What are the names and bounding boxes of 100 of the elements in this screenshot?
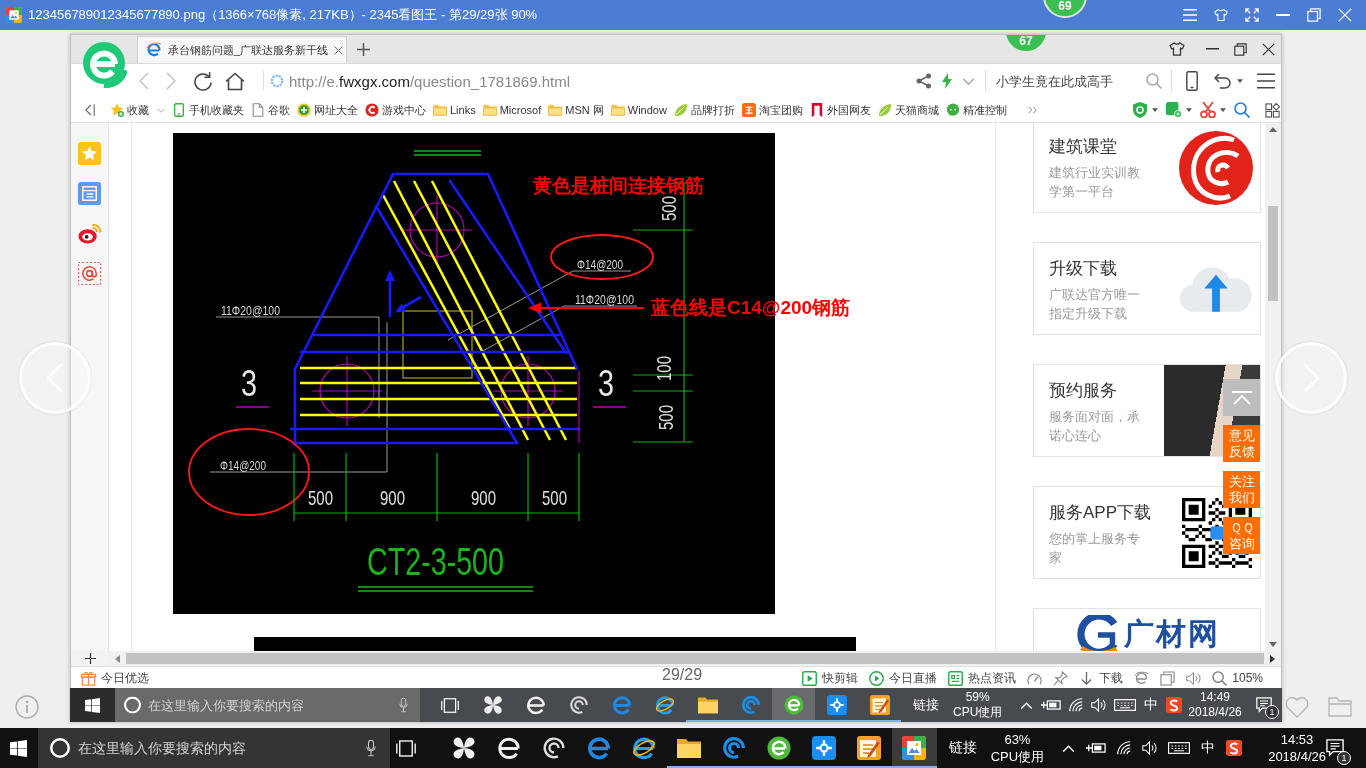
- bookmark-item[interactable]: Microsof: [482, 103, 542, 117]
- undo-icon[interactable]: [1214, 73, 1234, 89]
- rebar-label: Φ14@200: [220, 458, 280, 473]
- search-icon[interactable]: [1234, 102, 1250, 118]
- speaker-icon[interactable]: [1142, 741, 1158, 755]
- caret-down-icon[interactable]: [1237, 79, 1243, 83]
- new-tab-icon[interactable]: [357, 43, 370, 56]
- bookmark-item[interactable]: 精准控制: [945, 102, 1007, 118]
- star-icon: [110, 103, 124, 117]
- news-icon: [948, 670, 964, 686]
- eye-logo-icon[interactable]: [78, 222, 101, 245]
- notification-icon[interactable]: [1256, 697, 1272, 713]
- toolbar-label[interactable]: 链接: [948, 739, 977, 757]
- status-bar-button[interactable]: 今日优选: [81, 669, 149, 687]
- phone-icon[interactable]: [1186, 71, 1198, 91]
- start-button[interactable]: [70, 688, 115, 722]
- grid-icon[interactable]: [1265, 102, 1280, 118]
- browser-tab[interactable]: 承台钢筋问题_广联达服务新干线: [137, 36, 347, 63]
- scrollbar-thumb[interactable]: [126, 653, 1264, 664]
- caret-right-icon[interactable]: [1270, 654, 1275, 663]
- input-mode-text[interactable]: 中: [1201, 739, 1216, 757]
- drawing-title: CT2-3-500: [367, 541, 549, 583]
- search-field[interactable]: 小学生竟在此成高手: [985, 70, 1172, 92]
- cpu-usage-value: 63%: [1004, 731, 1031, 748]
- restore-icon[interactable]: [1234, 42, 1247, 56]
- bookmark-item[interactable]: 手机收藏夹: [172, 102, 244, 118]
- bookmark-item[interactable]: 天猫商城: [877, 102, 939, 118]
- bookmark-item[interactable]: MSN 网: [548, 102, 604, 118]
- chevron-up-icon[interactable]: [1062, 744, 1076, 752]
- battery-icon[interactable]: [1041, 700, 1062, 710]
- status-bar-button[interactable]: 热点资讯: [948, 669, 1017, 687]
- caret-down-icon[interactable]: [1220, 108, 1226, 112]
- e-ring-icon[interactable]: [1134, 670, 1150, 686]
- bookmark-item[interactable]: 谷歌: [251, 102, 290, 118]
- speaker-icon[interactable]: [1091, 698, 1107, 712]
- keyboard-icon[interactable]: [1168, 742, 1191, 754]
- task-view-icon[interactable]: [441, 697, 459, 713]
- share-icon[interactable]: [916, 73, 932, 89]
- close-icon[interactable]: [1262, 42, 1275, 56]
- caret-down-icon[interactable]: [1269, 642, 1277, 647]
- status-bar-button[interactable]: 今日直播: [869, 669, 938, 687]
- bookmark-item[interactable]: 游戏中心: [365, 102, 426, 118]
- scrollbar-thumb[interactable]: [1268, 206, 1278, 301]
- toolbar-label[interactable]: 链接: [913, 696, 939, 714]
- bookmark-item[interactable]: Window: [610, 103, 667, 117]
- document-icon[interactable]: [78, 182, 101, 205]
- vertical-scrollbar[interactable]: [1265, 123, 1281, 651]
- e-circle-icon: [783, 695, 804, 715]
- microphone-icon[interactable]: [365, 739, 376, 757]
- time-text[interactable]: 14:49: [1200, 690, 1231, 705]
- status-bar-button[interactable]: 快剪辑: [802, 669, 859, 687]
- keyboard-icon[interactable]: [1114, 699, 1137, 711]
- caret-down-icon[interactable]: [1152, 108, 1158, 112]
- at-sign-icon[interactable]: [78, 262, 101, 285]
- search-field[interactable]: 在这里输入你要搜索的内容: [37, 728, 390, 768]
- chevron-up-icon[interactable]: [1020, 701, 1034, 709]
- start-icon: [85, 697, 100, 713]
- task-view-icon[interactable]: [395, 739, 416, 757]
- search-field[interactable]: 在这里输入你要搜索的内容: [115, 688, 420, 722]
- bookmark-item[interactable]: 外国网友: [809, 102, 871, 118]
- fullscreen-icon[interactable]: [1245, 8, 1259, 22]
- battery-icon[interactable]: [1086, 743, 1107, 753]
- bookmark-item[interactable]: 收藏: [110, 102, 165, 118]
- bookmark-item[interactable]: 网址大全: [297, 102, 358, 118]
- restore-icon[interactable]: [1307, 8, 1321, 22]
- menu-icon[interactable]: [1257, 73, 1275, 89]
- caret-left-icon[interactable]: [115, 654, 120, 663]
- reload-icon[interactable]: [193, 71, 213, 91]
- caret-down-icon[interactable]: [1186, 108, 1192, 112]
- search-icon: [1212, 670, 1228, 686]
- pin-icon[interactable]: [1053, 670, 1069, 686]
- s-tile-icon[interactable]: [1166, 697, 1183, 713]
- wifi-icon[interactable]: [1117, 741, 1132, 755]
- scissors-icon[interactable]: [1200, 102, 1216, 118]
- date-text[interactable]: 2018/4/26: [1188, 705, 1242, 720]
- home-icon[interactable]: [225, 71, 245, 91]
- bookmark-item[interactable]: Links: [433, 103, 476, 117]
- time-text[interactable]: 14:53: [1280, 731, 1314, 748]
- lightning-icon[interactable]: [942, 73, 952, 89]
- minimize-icon[interactable]: [1206, 48, 1219, 50]
- promo-card[interactable]: 广材网: [1033, 608, 1261, 651]
- shirt-icon[interactable]: [1169, 42, 1185, 56]
- close-icon[interactable]: [334, 45, 344, 55]
- start-icon: [10, 739, 28, 757]
- input-mode-text[interactable]: 中: [1144, 696, 1159, 714]
- address-field[interactable]: http://e.fwxgx.com/question_1781869.html: [263, 71, 916, 91]
- collapse-icon[interactable]: [85, 104, 95, 116]
- bookmark-item[interactable]: 淘宝团购: [741, 102, 803, 118]
- bookmark-item[interactable]: 品牌打折: [673, 102, 735, 118]
- taskbar-button[interactable]: [891, 728, 937, 768]
- notification-icon[interactable]: [1326, 739, 1344, 757]
- window-icon[interactable]: [1160, 670, 1176, 686]
- status-bar-button[interactable]: 下载: [1079, 669, 1124, 687]
- date-text[interactable]: 2018/4/26: [1268, 748, 1326, 765]
- caret-up-icon[interactable]: [1269, 127, 1277, 132]
- horizontal-scrollbar[interactable]: [109, 651, 1281, 666]
- wifi-icon[interactable]: [1069, 698, 1084, 712]
- status-bar-button[interactable]: 105%: [1212, 670, 1263, 686]
- s-tile-icon[interactable]: [1226, 740, 1243, 756]
- plus-tile-icon[interactable]: [1166, 102, 1182, 118]
